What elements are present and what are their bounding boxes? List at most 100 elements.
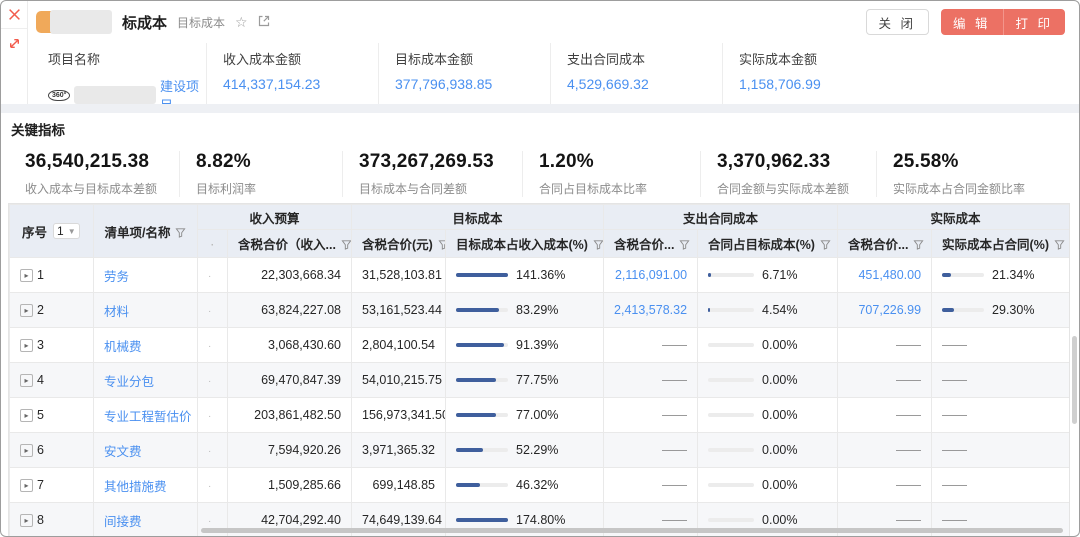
filter-funnel-icon[interactable] xyxy=(679,239,690,253)
percent-bar xyxy=(456,273,508,277)
subheader-actual-amount[interactable]: 含税合价... xyxy=(838,230,932,258)
page-title: 标成本 xyxy=(122,12,167,33)
truncated-cell: · xyxy=(208,271,211,282)
truncated-cell: · xyxy=(208,376,211,387)
percent-bar xyxy=(708,343,754,347)
row-seq: 8 xyxy=(37,513,44,527)
item-name-link[interactable]: 其他措施费 xyxy=(104,480,167,494)
percent-value: 174.80% xyxy=(516,513,565,527)
row-seq: 5 xyxy=(37,408,44,422)
amount-value: 451,480.00 xyxy=(858,268,921,282)
row-seq: 6 xyxy=(37,443,44,457)
filter-funnel-icon[interactable] xyxy=(913,239,924,253)
expand-row-icon[interactable]: ▸ xyxy=(20,304,33,317)
expand-row-icon[interactable]: ▸ xyxy=(20,409,33,422)
close-icon[interactable] xyxy=(1,1,27,29)
page-subtitle: 目标成本 xyxy=(177,14,225,31)
expand-row-icon[interactable]: ▸ xyxy=(20,269,33,282)
percent-value: 52.29% xyxy=(516,443,558,457)
kpi-label: 目标成本与合同差额 xyxy=(359,180,522,197)
percent-bar xyxy=(708,308,754,312)
favorite-star-icon[interactable]: ☆ xyxy=(235,15,248,29)
name-column-header[interactable]: 清单项/名称 xyxy=(94,205,198,258)
percent-bar xyxy=(942,308,984,312)
stat-value: 377,796,938.85 xyxy=(395,76,550,92)
filter-funnel-icon[interactable] xyxy=(341,239,352,253)
stat-target-cost: 目标成本金额 377,796,938.85 xyxy=(378,43,550,104)
kpi-section-title: 关键指标 xyxy=(11,119,1079,139)
expand-row-icon[interactable]: ▸ xyxy=(20,479,33,492)
expand-fullscreen-icon[interactable] xyxy=(1,29,27,57)
seq-filter-dropdown[interactable]: 1 ▼ xyxy=(53,223,80,239)
vertical-scrollbar[interactable] xyxy=(1072,336,1077,424)
filter-funnel-icon[interactable] xyxy=(1054,239,1065,253)
table-row: ▸1劳务·22,303,668.3431,528,103.81141.36%2,… xyxy=(10,258,1071,293)
percent-value: 0.00% xyxy=(762,338,797,352)
subheader-actual-pct[interactable]: 实际成本占合同(%) xyxy=(932,230,1070,258)
item-name-link[interactable]: 专业工程暂估价 xyxy=(104,410,192,424)
subheader-target-pct[interactable]: 目标成本占收入成本(%) xyxy=(446,230,604,258)
percent-value: 46.32% xyxy=(516,478,558,492)
open-external-icon[interactable] xyxy=(258,15,270,29)
item-name-link[interactable]: 专业分包 xyxy=(104,375,154,389)
filter-funnel-icon[interactable] xyxy=(438,239,446,253)
percent-bar xyxy=(708,448,754,452)
percent-value: 141.36% xyxy=(516,268,565,282)
amount-value: —— xyxy=(896,513,921,527)
amount-value: 2,804,100.54 xyxy=(362,338,435,352)
amount-value: 707,226.99 xyxy=(858,303,921,317)
360-badge-icon: 360° xyxy=(48,90,70,101)
kpi-item-2: 373,267,269.53 目标成本与合同差额 xyxy=(342,151,522,197)
group-header-target: 目标成本 xyxy=(352,205,604,230)
window-left-rail xyxy=(1,1,28,105)
amount-value: 3,971,365.32 xyxy=(362,443,435,457)
percent-bar xyxy=(708,518,754,522)
kpi-item-1: 8.82%目标利润率 xyxy=(179,151,342,197)
edit-button[interactable]: 编 辑 xyxy=(941,9,1003,35)
percent-value: 91.39% xyxy=(516,338,558,352)
top-bar: 标成本 目标成本 ☆ 关 闭 编 辑 打 印 xyxy=(28,1,1079,43)
expand-row-icon[interactable]: ▸ xyxy=(20,444,33,457)
item-name-link[interactable]: 间接费 xyxy=(104,515,142,529)
row-seq: 7 xyxy=(37,478,44,492)
expand-row-icon[interactable]: ▸ xyxy=(20,374,33,387)
subheader-contract-pct[interactable]: 合同占目标成本(%) xyxy=(698,230,838,258)
item-name-link[interactable]: 劳务 xyxy=(104,270,129,284)
amount-value: —— xyxy=(896,478,921,492)
percent-bar xyxy=(708,378,754,382)
amount-value: 22,303,668.34 xyxy=(261,268,341,282)
expand-row-icon[interactable]: ▸ xyxy=(20,339,33,352)
kpi-value: 3,370,962.33 xyxy=(717,151,876,173)
target-cost-window: 标成本 目标成本 ☆ 关 闭 编 辑 打 印 项目名称 360° 建设项目 收入… xyxy=(0,0,1080,537)
horizontal-scrollbar[interactable] xyxy=(201,528,1063,533)
percent-bar xyxy=(708,413,754,417)
close-button[interactable]: 关 闭 xyxy=(866,9,929,35)
percent-value: 0.00% xyxy=(762,373,797,387)
stat-contract-cost: 支出合同成本 4,529,669.32 xyxy=(550,43,722,104)
row-seq: 2 xyxy=(37,303,44,317)
table-row: ▸5专业工程暂估价·203,861,482.50156,973,341.5077… xyxy=(10,398,1071,433)
filter-funnel-icon[interactable] xyxy=(820,239,831,253)
kpi-value: 25.58% xyxy=(893,151,1071,173)
section-divider xyxy=(1,104,1079,113)
item-name-link[interactable]: 机械费 xyxy=(104,340,142,354)
item-name-link[interactable]: 安文费 xyxy=(104,445,142,459)
expand-row-icon[interactable]: ▸ xyxy=(20,514,33,527)
percent-bar xyxy=(456,413,508,417)
kpi-label: 目标利润率 xyxy=(196,180,342,197)
kpi-value: 373,267,269.53 xyxy=(359,151,522,173)
amount-value: —— xyxy=(662,408,687,422)
group-header-contract: 支出合同成本 xyxy=(604,205,838,230)
filter-funnel-icon[interactable] xyxy=(175,227,186,241)
percent-bar xyxy=(456,343,508,347)
filter-funnel-icon[interactable] xyxy=(593,239,604,253)
amount-value: 42,704,292.40 xyxy=(261,513,341,527)
item-name-link[interactable]: 材料 xyxy=(104,305,129,319)
kpi-section: 关键指标 36,540,215.38收入成本与目标成本差额8.82%目标利润率3… xyxy=(1,113,1079,203)
amount-value: —— xyxy=(896,408,921,422)
subheader-target-amount[interactable]: 含税合价(元) xyxy=(352,230,446,258)
print-button[interactable]: 打 印 xyxy=(1004,9,1065,35)
subheader-contract-amount[interactable]: 含税合价... xyxy=(604,230,698,258)
kpi-item-5: 25.58%实际成本占合同金额比率 xyxy=(876,151,1071,197)
subheader-income-amount[interactable]: 含税合价（收入... xyxy=(228,230,352,258)
